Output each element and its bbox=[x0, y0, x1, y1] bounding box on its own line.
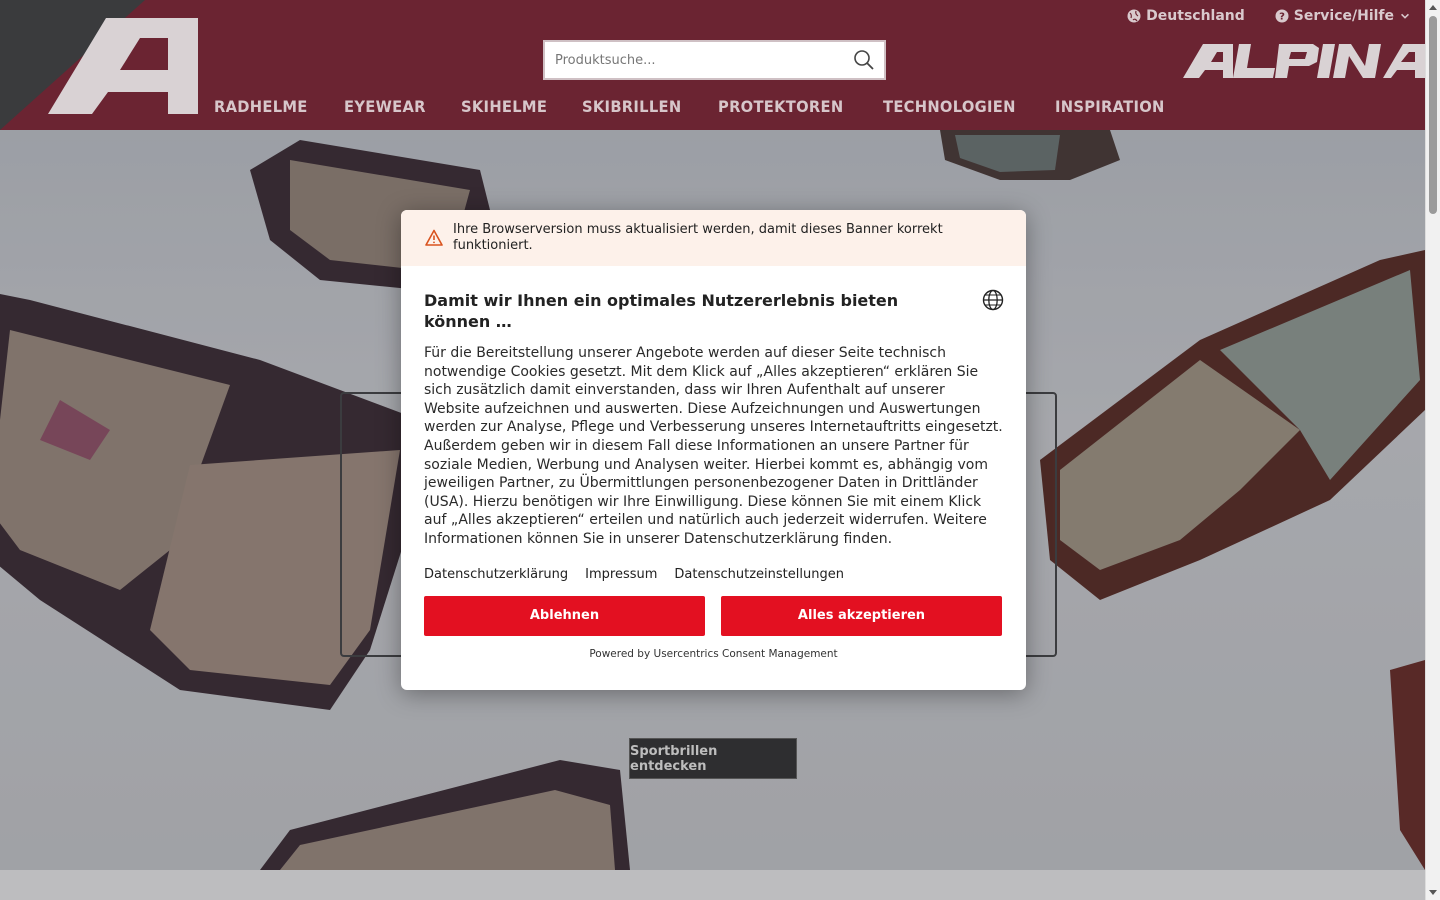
privacy-settings-link[interactable]: Datenschutzeinstellungen bbox=[674, 567, 844, 582]
service-label: Service/Hilfe bbox=[1293, 8, 1394, 24]
nav-radhelme[interactable]: RADHELME bbox=[214, 97, 308, 116]
cookie-consent-dialog: Ihre Browserversion muss aktualisiert we… bbox=[401, 210, 1026, 690]
alpina-wordmark-logo[interactable] bbox=[1183, 42, 1425, 82]
svg-text:?: ? bbox=[1279, 12, 1285, 23]
product-search bbox=[543, 40, 886, 80]
help-icon: ? bbox=[1275, 9, 1289, 23]
nav-technologien[interactable]: TECHNOLOGIEN bbox=[883, 97, 1016, 116]
imprint-link[interactable]: Impressum bbox=[585, 567, 657, 582]
top-utility-bar: Deutschland ? Service/Hilfe bbox=[1127, 6, 1411, 26]
site-header: Deutschland ? Service/Hilfe RADHELME bbox=[0, 0, 1425, 130]
service-menu[interactable]: ? Service/Hilfe bbox=[1275, 6, 1411, 26]
nav-eyewear[interactable]: EYEWEAR bbox=[344, 97, 426, 116]
page-bottom-strip bbox=[0, 870, 1425, 900]
consent-text: Für die Bereitstellung unserer Angebote … bbox=[424, 345, 1003, 547]
discover-sportglasses-button[interactable]: Sportbrillen entdecken bbox=[629, 738, 797, 779]
accept-all-button[interactable]: Alles akzeptieren bbox=[721, 595, 1002, 636]
nav-protektoren[interactable]: PROTEKTOREN bbox=[718, 97, 843, 116]
consent-body: Damit wir Ihnen ein optimales Nutzererle… bbox=[401, 266, 1026, 660]
nav-skihelme[interactable]: SKIHELME bbox=[461, 97, 547, 116]
page-scrollbar[interactable] bbox=[1425, 0, 1440, 900]
language-globe-icon[interactable] bbox=[982, 289, 1004, 311]
warning-triangle-icon bbox=[425, 229, 443, 246]
browser-warning-text: Ihre Browserversion muss aktualisiert we… bbox=[453, 222, 943, 253]
decline-button[interactable]: Ablehnen bbox=[424, 595, 705, 636]
powered-by-text: Powered by Usercentrics Consent Manageme… bbox=[589, 647, 838, 660]
main-navigation: RADHELME EYEWEAR SKIHELME SKIBRILLEN PRO… bbox=[214, 97, 1174, 116]
privacy-policy-link[interactable]: Datenschutzerklärung bbox=[424, 567, 568, 582]
search-input[interactable] bbox=[545, 42, 844, 78]
scroll-up-arrow-icon[interactable] bbox=[1429, 5, 1437, 10]
nav-inspiration[interactable]: INSPIRATION bbox=[1055, 97, 1165, 116]
consent-title: Damit wir Ihnen ein optimales Nutzererle… bbox=[424, 291, 899, 331]
scroll-down-arrow-icon[interactable] bbox=[1429, 890, 1437, 895]
alpina-a-logo[interactable] bbox=[48, 18, 200, 114]
chevron-down-icon bbox=[1401, 13, 1409, 19]
scrollbar-thumb[interactable] bbox=[1429, 16, 1437, 214]
consent-buttons: Ablehnen Alles akzeptieren bbox=[424, 595, 1003, 636]
browser-warning-banner: Ihre Browserversion muss aktualisiert we… bbox=[401, 210, 1026, 266]
consent-links: Datenschutzerklärung Impressum Datenschu… bbox=[424, 567, 1003, 582]
country-label: Deutschland bbox=[1146, 8, 1245, 24]
globe-icon bbox=[1127, 9, 1141, 23]
nav-skibrillen[interactable]: SKIBRILLEN bbox=[582, 97, 681, 116]
search-icon[interactable] bbox=[844, 49, 884, 71]
country-selector[interactable]: Deutschland bbox=[1127, 6, 1245, 26]
